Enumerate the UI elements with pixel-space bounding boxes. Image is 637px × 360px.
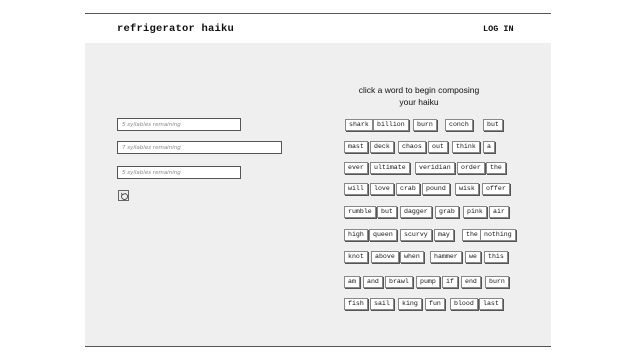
- word-magnet[interactable]: chaos: [398, 141, 426, 153]
- instructions: click a word to begin composing your hai…: [343, 84, 495, 108]
- word-magnet[interactable]: pump: [416, 276, 440, 288]
- word-magnet[interactable]: may: [434, 229, 454, 241]
- word-magnet[interactable]: king: [398, 298, 422, 310]
- word-magnet[interactable]: last: [479, 298, 503, 310]
- word-magnet[interactable]: brawl: [385, 276, 413, 288]
- app-frame: refrigerator haiku LOG IN click a word t…: [85, 13, 551, 347]
- word-magnet[interactable]: grab: [435, 206, 459, 218]
- word-magnet[interactable]: billion: [373, 119, 409, 131]
- word-magnet[interactable]: veridian: [415, 162, 455, 174]
- word-magnet[interactable]: the: [462, 229, 482, 241]
- word-magnet[interactable]: wisk: [455, 183, 479, 195]
- word-magnet[interactable]: hammer: [430, 251, 462, 263]
- word-magnet[interactable]: fish: [344, 298, 368, 310]
- word-magnet[interactable]: knot: [344, 251, 368, 263]
- word-magnet[interactable]: sail: [370, 298, 394, 310]
- refresh-icon: [120, 192, 128, 200]
- word-magnet[interactable]: end: [461, 276, 481, 288]
- word-magnet[interactable]: when: [400, 251, 424, 263]
- word-magnet[interactable]: we: [465, 251, 481, 263]
- header: refrigerator haiku LOG IN: [85, 14, 551, 43]
- word-magnet[interactable]: deck: [370, 141, 394, 153]
- reset-button[interactable]: [118, 190, 129, 201]
- word-magnet[interactable]: queen: [369, 229, 397, 241]
- word-magnet[interactable]: and: [363, 276, 383, 288]
- word-magnet[interactable]: pound: [422, 183, 450, 195]
- word-magnet[interactable]: think: [452, 141, 480, 153]
- word-magnet[interactable]: mast: [344, 141, 368, 153]
- instructions-line-2: your haiku: [399, 97, 439, 107]
- word-magnet[interactable]: order: [457, 162, 485, 174]
- word-magnet[interactable]: above: [371, 251, 399, 263]
- word-magnet[interactable]: if: [442, 276, 458, 288]
- word-magnet[interactable]: ultimate: [370, 162, 410, 174]
- word-magnet[interactable]: blood: [450, 298, 478, 310]
- word-magnet[interactable]: but: [483, 119, 503, 131]
- word-magnet[interactable]: dagger: [400, 206, 432, 218]
- word-magnet[interactable]: nothing: [480, 229, 516, 241]
- haiku-line-2-input[interactable]: [117, 141, 282, 154]
- word-magnet[interactable]: shark: [345, 119, 373, 131]
- word-magnet[interactable]: ever: [344, 162, 368, 174]
- word-magnet[interactable]: crab: [396, 183, 420, 195]
- word-magnet[interactable]: pink: [463, 206, 487, 218]
- word-magnet[interactable]: air: [489, 206, 509, 218]
- word-magnet[interactable]: offer: [482, 183, 510, 195]
- word-magnet[interactable]: conch: [445, 119, 473, 131]
- word-magnet[interactable]: burn: [413, 119, 437, 131]
- word-magnet[interactable]: scurvy: [400, 229, 432, 241]
- word-magnet[interactable]: am: [344, 276, 360, 288]
- word-magnet[interactable]: will: [344, 183, 368, 195]
- word-magnet[interactable]: rumble: [344, 206, 376, 218]
- word-magnet[interactable]: out: [428, 141, 448, 153]
- word-magnet[interactable]: high: [344, 229, 368, 241]
- login-link[interactable]: LOG IN: [483, 24, 514, 34]
- word-magnet[interactable]: love: [370, 183, 394, 195]
- site-title: refrigerator haiku: [117, 23, 235, 35]
- instructions-line-1: click a word to begin composing: [358, 85, 480, 95]
- word-magnet[interactable]: fun: [425, 298, 445, 310]
- word-magnet[interactable]: but: [377, 206, 397, 218]
- haiku-line-1-input[interactable]: [117, 118, 241, 131]
- word-magnet[interactable]: a: [483, 141, 495, 153]
- word-magnet[interactable]: burn: [485, 276, 509, 288]
- word-magnet[interactable]: this: [484, 251, 508, 263]
- word-magnet[interactable]: the: [486, 162, 506, 174]
- haiku-line-3-input[interactable]: [117, 166, 241, 179]
